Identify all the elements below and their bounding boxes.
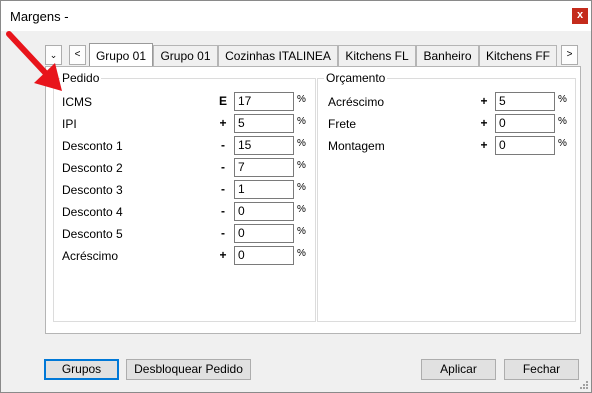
pedido-row-icms: ICMS E 17 % — [62, 92, 312, 111]
pedido-row-desconto-4: Desconto 4 - 0 % — [62, 202, 312, 221]
aplicar-button[interactable]: Aplicar — [421, 359, 496, 380]
pedido-group: Pedido ICMS E 17 % IPI + 5 % Desconto 1 … — [53, 71, 316, 322]
desconto-3-unit: % — [297, 182, 306, 193]
desconto-3-sign: - — [221, 182, 225, 196]
tab-grupo-01-second[interactable]: Grupo 01 — [153, 45, 218, 66]
tab-kitchens-fl[interactable]: Kitchens FL — [338, 45, 416, 66]
tab-grupo-01[interactable]: Grupo 01 — [89, 43, 153, 66]
desconto-2-unit: % — [297, 160, 306, 171]
pedido-row-acrescimo: Acréscimo + 0 % — [62, 246, 312, 265]
desconto-5-field[interactable]: 0 — [234, 224, 294, 243]
grupos-button[interactable]: Grupos — [44, 359, 119, 380]
desbloquear-pedido-button[interactable]: Desbloquear Pedido — [126, 359, 251, 380]
ipi-sign: + — [219, 116, 227, 130]
orcamento-acrescimo-field[interactable]: 5 — [495, 92, 555, 111]
icms-sign: E — [218, 94, 227, 108]
desconto-4-unit: % — [297, 204, 306, 215]
ipi-unit: % — [297, 116, 306, 127]
ipi-label: IPI — [62, 117, 77, 131]
frete-field[interactable]: 0 — [495, 114, 555, 133]
desconto-1-label: Desconto 1 — [62, 139, 123, 153]
desconto-2-label: Desconto 2 — [62, 161, 123, 175]
desconto-2-sign: - — [221, 160, 225, 174]
tab-scroll-right-button[interactable]: > — [561, 45, 578, 65]
orcamento-acrescimo-label: Acréscimo — [328, 95, 385, 109]
pedido-acrescimo-unit: % — [297, 248, 306, 259]
pedido-row-desconto-3: Desconto 3 - 1 % — [62, 180, 312, 199]
pedido-acrescimo-label: Acréscimo — [62, 249, 119, 263]
tab-banheiro[interactable]: Banheiro — [416, 45, 479, 66]
orcamento-group: Orçamento Acréscimo + 5 % Frete + 0 % Mo… — [317, 71, 576, 322]
title-bar: Margens - x — [1, 1, 591, 31]
pedido-row-desconto-5: Desconto 5 - 0 % — [62, 224, 312, 243]
desconto-1-unit: % — [297, 138, 306, 149]
montagem-sign: + — [480, 138, 488, 152]
orcamento-row-montagem: Montagem + 0 % — [328, 136, 573, 155]
frete-label: Frete — [328, 117, 357, 131]
desconto-2-field[interactable]: 7 — [234, 158, 294, 177]
desconto-4-sign: - — [221, 204, 225, 218]
icms-unit: % — [297, 94, 306, 105]
resize-grip-icon[interactable] — [578, 379, 588, 389]
fechar-button[interactable]: Fechar — [504, 359, 579, 380]
tab-page: Pedido ICMS E 17 % IPI + 5 % Desconto 1 … — [45, 66, 581, 334]
pedido-acrescimo-sign: + — [219, 248, 227, 262]
window-title: Margens - — [10, 9, 69, 24]
desconto-5-label: Desconto 5 — [62, 227, 123, 241]
frete-unit: % — [558, 116, 567, 127]
close-button[interactable]: x — [572, 8, 588, 24]
tab-kitchens-ff[interactable]: Kitchens FF — [479, 45, 557, 66]
desconto-5-unit: % — [297, 226, 306, 237]
margens-dialog: Margens - x ⌄ < Grupo 01 Grupo 01 Cozinh… — [0, 0, 592, 393]
ipi-field[interactable]: 5 — [234, 114, 294, 133]
orcamento-group-title: Orçamento — [324, 71, 388, 85]
desconto-4-label: Desconto 4 — [62, 205, 123, 219]
desconto-5-sign: - — [221, 226, 225, 240]
orcamento-row-frete: Frete + 0 % — [328, 114, 573, 133]
montagem-field[interactable]: 0 — [495, 136, 555, 155]
desconto-3-field[interactable]: 1 — [234, 180, 294, 199]
pedido-row-ipi: IPI + 5 % — [62, 114, 312, 133]
desconto-4-field[interactable]: 0 — [234, 202, 294, 221]
orcamento-acrescimo-sign: + — [480, 94, 488, 108]
frete-sign: + — [480, 116, 488, 130]
pedido-row-desconto-1: Desconto 1 - 15 % — [62, 136, 312, 155]
tab-cozinhas-italinea[interactable]: Cozinhas ITALINEA — [218, 45, 338, 66]
orcamento-acrescimo-unit: % — [558, 94, 567, 105]
tab-scroll-left-button[interactable]: < — [69, 45, 86, 65]
montagem-unit: % — [558, 138, 567, 149]
desconto-3-label: Desconto 3 — [62, 183, 123, 197]
pedido-row-desconto-2: Desconto 2 - 7 % — [62, 158, 312, 177]
montagem-label: Montagem — [328, 139, 385, 153]
pedido-acrescimo-field[interactable]: 0 — [234, 246, 294, 265]
desconto-1-field[interactable]: 15 — [234, 136, 294, 155]
red-arrow-icon — [6, 31, 62, 91]
desconto-1-sign: - — [221, 138, 225, 152]
orcamento-row-acrescimo: Acréscimo + 5 % — [328, 92, 573, 111]
icms-field[interactable]: 17 — [234, 92, 294, 111]
